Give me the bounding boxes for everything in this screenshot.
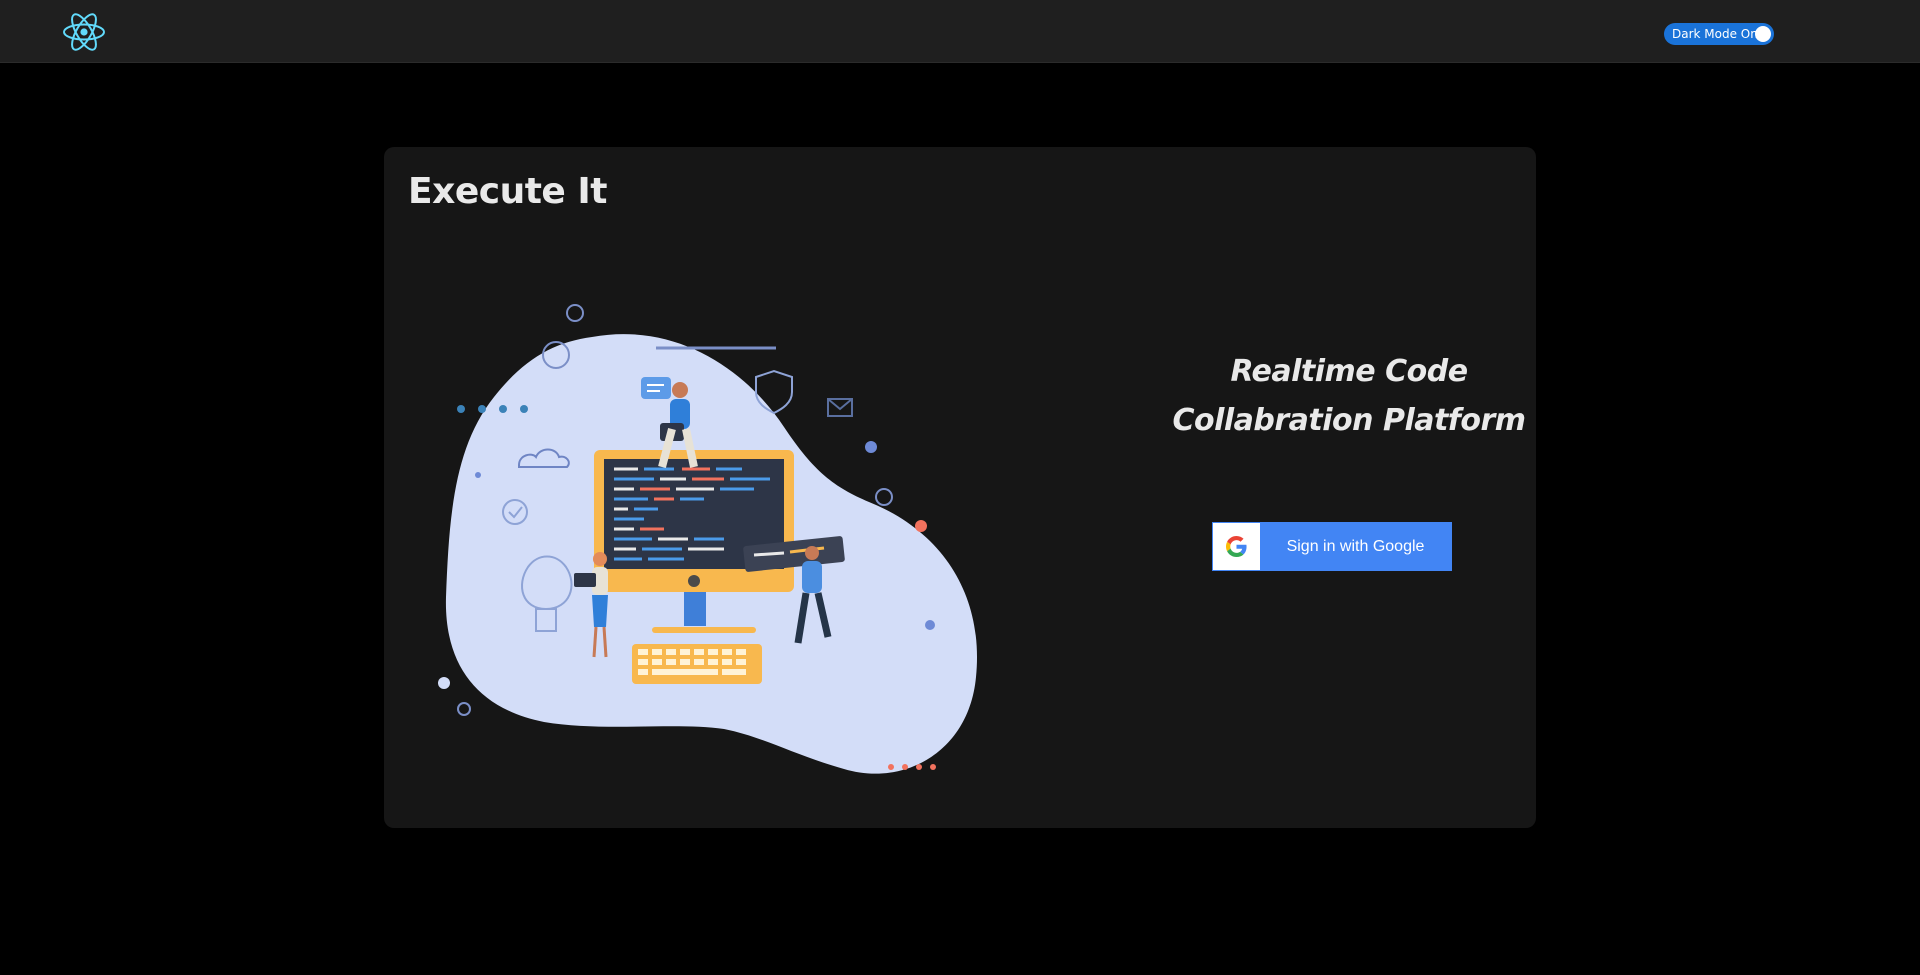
sign-in-with-google-label: Sign in with Google <box>1286 538 1425 555</box>
toggle-knob <box>1755 26 1771 42</box>
tagline-line-1: Realtime Code <box>1230 354 1468 389</box>
google-g-icon <box>1226 536 1247 557</box>
tagline: Realtime Code Collabration Platform <box>1164 347 1534 445</box>
login-card: Execute It Realtime Code Collabration Pl… <box>384 147 1536 828</box>
dark-mode-toggle[interactable]: Dark Mode On <box>1664 23 1774 45</box>
react-atom-icon[interactable] <box>62 10 106 54</box>
developers-collaboration-illustration <box>424 297 1004 787</box>
top-navbar: Dark Mode On <box>0 0 1920 63</box>
dark-mode-toggle-label: Dark Mode On <box>1672 27 1758 41</box>
tagline-line-2: Collabration Platform <box>1172 403 1526 438</box>
sign-in-with-google-button[interactable]: Sign in with Google <box>1212 522 1452 571</box>
google-icon-container <box>1213 523 1260 570</box>
app-title: Execute It <box>408 171 607 212</box>
